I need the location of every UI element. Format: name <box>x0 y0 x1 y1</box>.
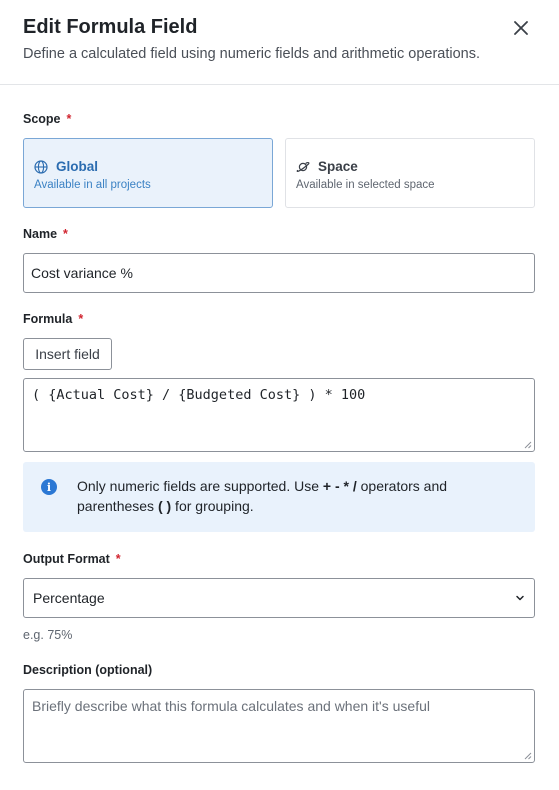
name-label-text: Name <box>23 227 58 241</box>
description-label-text: Description (optional) <box>23 663 153 677</box>
required-mark: * <box>78 312 84 326</box>
dialog-header: Edit Formula Field Define a calculated f… <box>0 0 559 85</box>
resize-grip-icon[interactable] <box>524 441 532 449</box>
required-mark: * <box>66 112 72 126</box>
output-format-selected: Percentage <box>33 590 105 606</box>
description-placeholder: Briefly describe what this formula calcu… <box>32 698 430 714</box>
output-format-hint: e.g. 75% <box>23 628 73 642</box>
resize-grip-icon[interactable] <box>524 752 532 760</box>
scope-option-description: Available in all projects <box>34 179 151 191</box>
name-label: Name * <box>23 226 535 242</box>
info-text: Only numeric fields are supported. Use +… <box>77 476 519 532</box>
scope-option-description: Available in selected space <box>296 179 435 191</box>
scope-label: Scope * <box>23 111 535 127</box>
scope-option-global[interactable]: Global Available in all projects <box>23 138 273 208</box>
description-textarea[interactable]: Briefly describe what this formula calcu… <box>23 689 535 763</box>
required-mark: * <box>63 227 68 241</box>
dialog-subtitle: Define a calculated field using numeric … <box>23 46 480 62</box>
close-button[interactable] <box>511 18 531 38</box>
info-icon: i <box>41 479 57 495</box>
dialog-title: Edit Formula Field <box>23 16 198 38</box>
scope-label-text: Scope <box>23 112 61 126</box>
formula-label: Formula * <box>23 311 535 327</box>
output-format-label: Output Format * <box>23 551 535 567</box>
planet-icon <box>296 161 310 172</box>
insert-field-button[interactable]: Insert field <box>23 338 112 370</box>
required-mark: * <box>115 552 121 566</box>
dialog-body: Scope * Global Available in all projects <box>0 111 559 763</box>
scope-option-title: Global <box>34 159 262 175</box>
scope-option-space[interactable]: Space Available in selected space <box>285 138 535 208</box>
close-icon <box>514 21 528 35</box>
info-banner: i Only numeric fields are supported. Use… <box>23 462 535 532</box>
formula-textarea[interactable]: ( {Actual Cost} / {Budgeted Cost} ) * 10… <box>23 378 535 452</box>
scope-options: Global Available in all projects Space A… <box>23 138 535 208</box>
scope-option-title: Space <box>296 159 524 175</box>
chevron-down-icon <box>516 595 524 601</box>
scope-option-title-text: Global <box>56 159 99 174</box>
formula-value: ( {Actual Cost} / {Budgeted Cost} ) * 10… <box>32 387 366 403</box>
description-label: Description (optional) <box>23 662 535 678</box>
output-format-label-text: Output Format <box>23 552 110 566</box>
info-operators: + - * / <box>322 478 357 494</box>
scope-option-title-text: Space <box>318 159 358 174</box>
info-text-part: Only numeric fields are supported. Use <box>77 478 323 494</box>
info-text-part: for grouping. <box>171 498 254 514</box>
info-parens: ( ) <box>157 498 172 514</box>
formula-label-text: Formula <box>23 312 73 326</box>
output-format-select[interactable]: Percentage <box>23 578 535 618</box>
name-input[interactable]: Cost variance % <box>23 253 535 293</box>
globe-icon <box>34 160 48 174</box>
